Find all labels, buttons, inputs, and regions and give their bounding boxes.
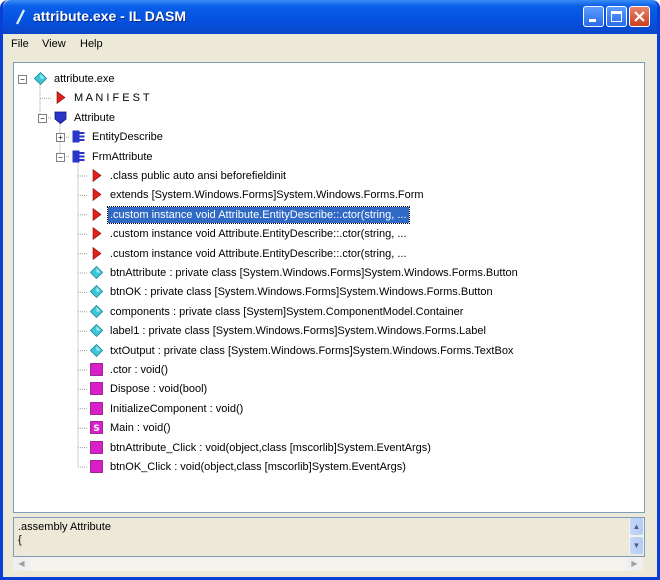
tree-node-label[interactable]: btnAttribute : private class [System.Win… — [108, 265, 520, 281]
app-window: attribute.exe - IL DASM File View Help a… — [0, 0, 660, 580]
tree-node-label[interactable]: .custom instance void Attribute.EntityDe… — [107, 205, 410, 224]
tree-node-label[interactable]: btnAttribute_Click : void(object,class [… — [108, 440, 433, 456]
tree-node-label[interactable]: .ctor : void() — [108, 362, 170, 378]
manifest-icon — [54, 91, 67, 105]
class-icon — [72, 150, 85, 163]
title-bar[interactable]: attribute.exe - IL DASM — [3, 0, 657, 34]
tree-node-label[interactable]: .class public auto ansi beforefieldinit — [108, 168, 288, 184]
tree-node-label[interactable]: .custom instance void Attribute.EntityDe… — [108, 246, 409, 262]
maximize-icon — [611, 11, 622, 22]
collapse-button[interactable]: − — [38, 113, 47, 123]
menu-file[interactable]: File — [11, 38, 29, 50]
minimize-icon — [589, 19, 596, 22]
tree-node-label[interactable]: InitializeComponent : void() — [108, 401, 245, 417]
tree-node-label[interactable]: EntityDescribe — [90, 129, 165, 145]
svg-text:S: S — [93, 424, 99, 434]
tree-node-label[interactable]: M A N I F E S T — [72, 90, 152, 106]
field-icon — [89, 304, 104, 318]
method-icon — [90, 401, 103, 415]
tree-view[interactable]: attribute.exe M A N I F E S T Attribute Ent… — [13, 62, 645, 513]
chevron-up-icon: ▲ — [632, 522, 641, 531]
field-icon — [89, 343, 104, 357]
menu-help[interactable]: Help — [80, 38, 103, 50]
assembly-icon — [33, 71, 48, 86]
class-icon — [72, 130, 85, 143]
method-icon — [90, 363, 103, 376]
tree-node-label[interactable]: Attribute — [72, 110, 117, 126]
chevron-left-icon: ◀ — [18, 559, 25, 568]
details-pane: .assembly Attribute { ▲ ▼ — [13, 517, 645, 557]
tree-node-label[interactable]: .custom instance void Attribute.EntityDe… — [108, 226, 409, 242]
collapse-button[interactable]: − — [56, 152, 65, 162]
tree-node-label[interactable]: FrmAttribute — [90, 149, 155, 165]
scroll-left-button[interactable]: ◀ — [13, 557, 30, 571]
vertical-scrollbar[interactable]: ▲ ▼ — [629, 518, 644, 554]
field-icon — [89, 285, 104, 299]
field-icon — [89, 324, 104, 338]
maximize-button[interactable] — [606, 6, 627, 27]
static-method-icon: S — [90, 421, 103, 434]
details-text: .assembly Attribute { — [18, 521, 111, 546]
info-icon — [90, 168, 103, 183]
tree-node-label[interactable]: label1 : private class [System.Windows.F… — [108, 323, 488, 339]
tree-node-label[interactable]: attribute.exe — [52, 71, 117, 87]
info-icon — [90, 188, 103, 202]
custom-attribute-icon — [90, 227, 103, 241]
app-icon — [16, 9, 25, 25]
collapse-button[interactable]: − — [18, 75, 27, 84]
horizontal-scrollbar[interactable]: ◀ ▶ — [13, 557, 643, 571]
field-icon — [89, 265, 104, 280]
menu-view[interactable]: View — [42, 38, 66, 50]
menu-bar: File View Help — [3, 34, 657, 56]
custom-attribute-icon — [90, 246, 103, 260]
tree-node-label[interactable]: txtOutput : private class [System.Window… — [108, 343, 515, 359]
close-icon — [634, 11, 645, 22]
window-title: attribute.exe - IL DASM — [33, 8, 186, 24]
expand-button[interactable]: + — [56, 133, 65, 143]
namespace-icon — [54, 111, 67, 124]
method-icon — [90, 440, 103, 454]
tree-node-label[interactable]: btnOK_Click : void(object,class [mscorli… — [108, 459, 408, 475]
custom-attribute-icon — [90, 207, 103, 221]
chevron-down-icon: ▼ — [632, 541, 641, 550]
method-icon — [90, 382, 103, 396]
scroll-down-button[interactable]: ▼ — [630, 537, 643, 554]
tree-node-label[interactable]: Main : void() — [108, 420, 173, 436]
tree-node-label[interactable]: extends [System.Windows.Forms]System.Win… — [108, 187, 426, 203]
close-button[interactable] — [629, 6, 650, 27]
tree-node-label[interactable]: btnOK : private class [System.Windows.Fo… — [108, 284, 495, 300]
scroll-up-button[interactable]: ▲ — [630, 518, 643, 535]
tree-node-label[interactable]: components : private class [System]Syste… — [108, 304, 465, 320]
method-icon — [90, 460, 103, 473]
tree-node-label[interactable]: Dispose : void(bool) — [108, 381, 209, 397]
chevron-right-icon: ▶ — [631, 559, 638, 568]
minimize-button[interactable] — [583, 6, 604, 27]
scroll-right-button[interactable]: ▶ — [626, 557, 643, 571]
